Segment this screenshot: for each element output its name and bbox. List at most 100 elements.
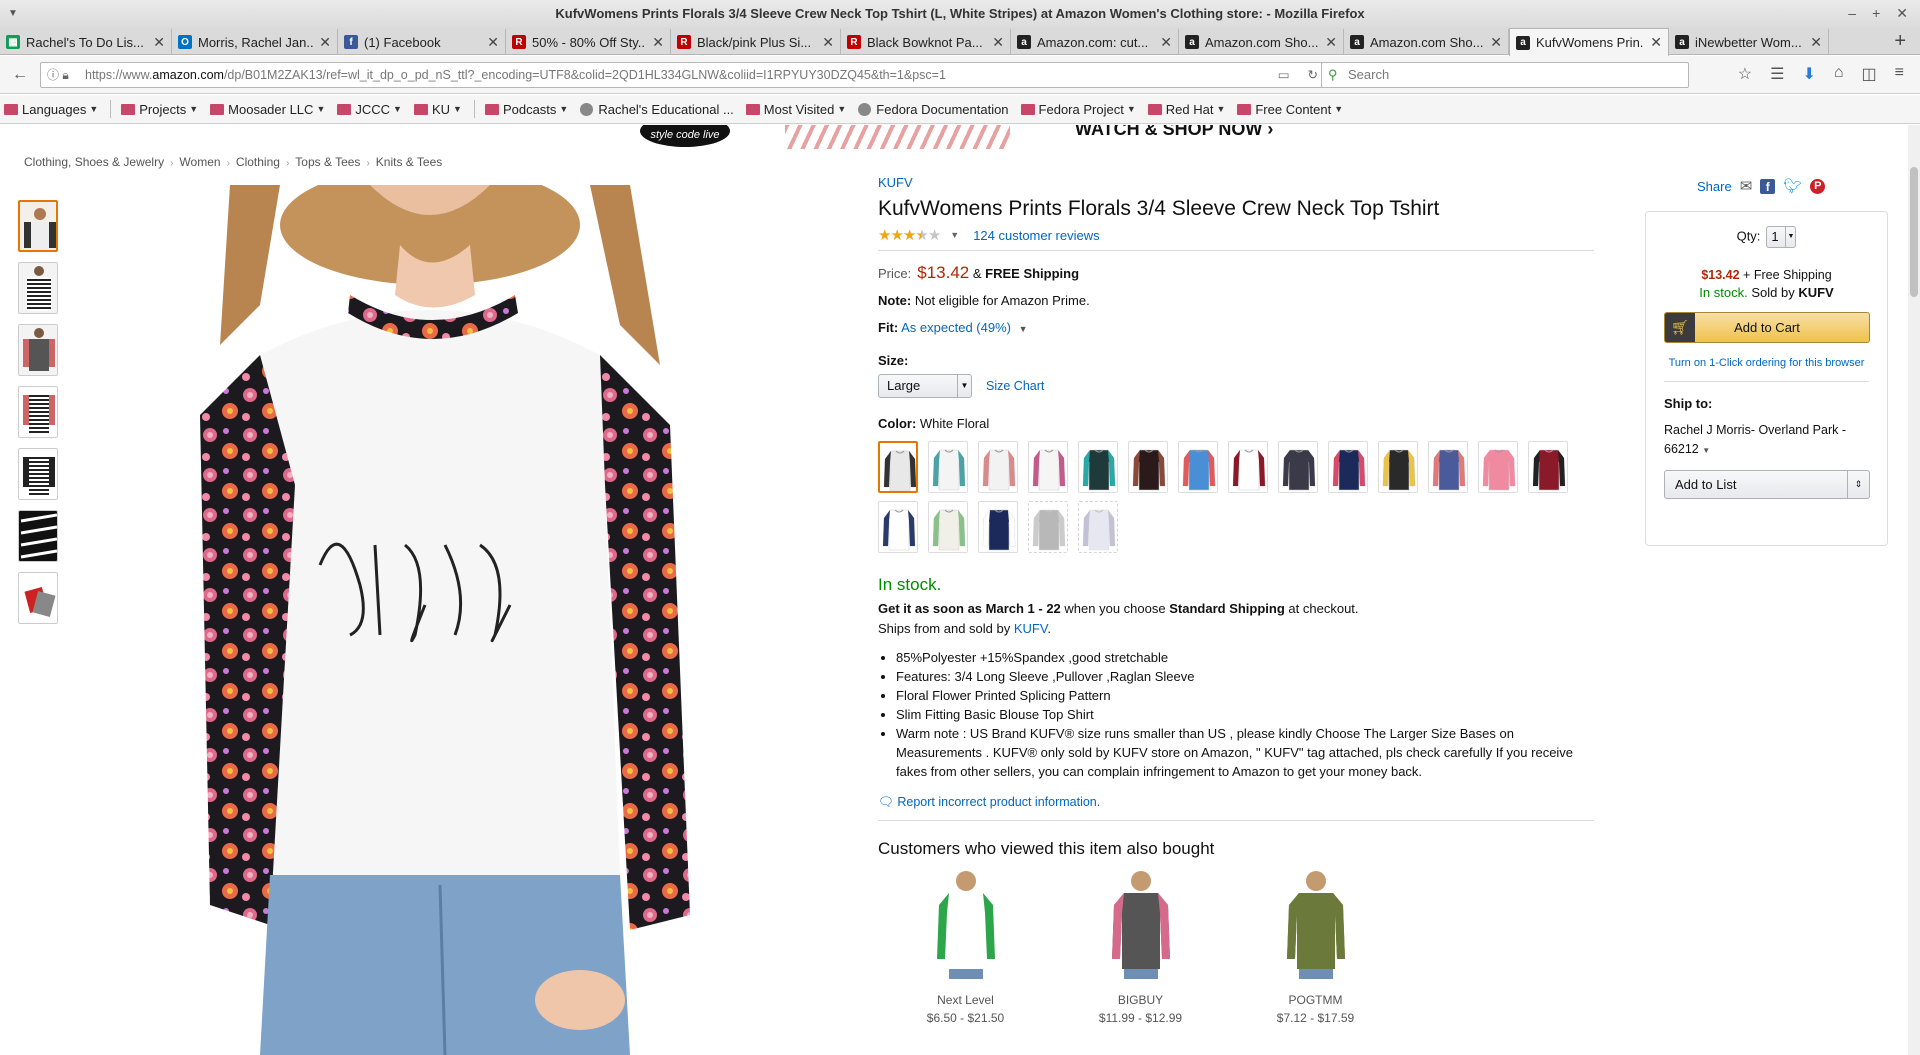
thumbnail[interactable] (18, 386, 58, 438)
breadcrumb-link[interactable]: Knits & Tees (376, 155, 442, 169)
color-swatch[interactable] (928, 501, 968, 553)
tab-close-icon[interactable]: ✕ (1325, 34, 1337, 51)
color-swatch[interactable] (878, 501, 918, 553)
bookmark-folder[interactable]: Red Hat ▼ (1147, 102, 1225, 117)
bookmark-folder[interactable]: Projects ▼ (121, 102, 198, 117)
related-product-image[interactable] (1281, 869, 1351, 979)
color-swatch[interactable] (1528, 441, 1568, 493)
email-icon[interactable]: ✉ (1740, 177, 1753, 195)
tab-close-icon[interactable]: ✕ (822, 34, 834, 51)
color-swatch[interactable] (1328, 441, 1368, 493)
twitter-icon[interactable]: 🐦︎ (1783, 177, 1802, 195)
url-bar[interactable]: ⓘ 🔒︎ https://www.amazon.com/dp/B01M2ZAK1… (40, 62, 1325, 88)
facebook-icon[interactable]: f (1760, 178, 1776, 194)
one-click-link[interactable]: Turn on 1-Click ordering for this browse… (1664, 357, 1869, 382)
tab-8[interactable]: a Amazon.com Sho... ✕ (1179, 29, 1344, 55)
thumbnail[interactable] (18, 262, 58, 314)
search-input[interactable]: ⚲ Search (1321, 62, 1689, 88)
thumbnail[interactable] (18, 200, 58, 252)
color-swatch[interactable] (1478, 441, 1518, 493)
tab-2[interactable]: O Morris, Rachel Jan... ✕ (172, 29, 338, 55)
related-product[interactable]: Next Level $6.50 - $21.50 (918, 869, 1013, 1025)
tab-6[interactable]: R Black Bowknot Pa... ✕ (841, 29, 1011, 55)
breadcrumb-link[interactable]: Clothing (236, 155, 280, 169)
color-swatch[interactable] (1128, 441, 1168, 493)
tab-close-icon[interactable]: ✕ (1650, 34, 1662, 51)
bookmark-folder[interactable]: Fedora Project ▼ (1020, 102, 1136, 117)
report-link[interactable]: Report incorrect product information. (897, 795, 1100, 809)
fit-chevron-down-icon[interactable]: ▼ (1019, 324, 1028, 334)
tab-9[interactable]: a Amazon.com Sho... ✕ (1344, 29, 1509, 55)
color-swatch[interactable] (1278, 441, 1318, 493)
tab-1[interactable]: ▦ Rachel's To Do Lis... ✕ (0, 29, 172, 55)
color-swatch[interactable] (1228, 441, 1268, 493)
tab-5[interactable]: R Black/pink Plus Si... ✕ (671, 29, 841, 55)
promo-banner[interactable]: style code live WATCH & SHOP NOW › (640, 125, 1280, 149)
color-swatch[interactable] (1378, 441, 1418, 493)
tab-10[interactable]: a KufvWomens Prin... ✕ (1509, 28, 1669, 56)
color-swatch[interactable] (978, 501, 1018, 553)
tab-3[interactable]: f (1) Facebook ✕ (338, 29, 506, 55)
thumbnail[interactable] (18, 324, 58, 376)
thumbnail[interactable] (18, 448, 58, 500)
related-product[interactable]: BIGBUY $11.99 - $12.99 (1093, 869, 1188, 1025)
pinterest-icon[interactable]: P (1810, 178, 1826, 194)
bookmark-folder[interactable]: KU ▼ (413, 102, 462, 117)
size-select[interactable]: Large ▼ (878, 374, 972, 398)
tab-close-icon[interactable]: ✕ (487, 34, 499, 51)
app-menu-icon[interactable]: ≡ (1895, 64, 1904, 84)
add-to-list-button[interactable]: Add to List ⇕ (1664, 470, 1870, 499)
brand-link[interactable]: KUFV (878, 175, 1594, 190)
bookmark-folder[interactable]: Moosader LLC ▼ (210, 102, 325, 117)
address-chevron-down-icon[interactable]: ▼ (1702, 446, 1710, 455)
color-swatch[interactable] (1078, 501, 1118, 553)
tab-7[interactable]: a Amazon.com: cut... ✕ (1011, 29, 1179, 55)
product-main-image[interactable] (200, 185, 700, 1055)
dropdown-arrow-icon[interactable]: ⇕ (1847, 471, 1869, 498)
add-to-cart-button[interactable]: 🛒︎ Add to Cart (1664, 312, 1870, 343)
thumbnail[interactable] (18, 510, 58, 562)
bookmark-folder[interactable]: Most Visited ▼ (745, 102, 846, 117)
tab-close-icon[interactable]: ✕ (153, 34, 165, 51)
color-swatch[interactable] (1028, 441, 1068, 493)
reload-icon[interactable]: ↻ (1308, 63, 1318, 87)
share-link[interactable]: Share (1697, 179, 1732, 194)
info-icon[interactable]: ⓘ (47, 68, 59, 82)
color-swatch[interactable] (1078, 441, 1118, 493)
reviews-link[interactable]: 124 customer reviews (973, 228, 1099, 243)
new-tab-icon[interactable]: + (1894, 29, 1906, 53)
related-product-image[interactable] (1106, 869, 1176, 979)
free-shipping-link[interactable]: FREE Shipping (985, 266, 1079, 281)
related-product-image[interactable] (931, 869, 1001, 979)
back-icon[interactable]: ← (8, 63, 32, 87)
bookmark-star-icon[interactable]: ☆ (1738, 64, 1752, 84)
fit-link[interactable]: As expected (49%) (901, 320, 1011, 335)
ship-to-address[interactable]: Rachel J Morris- Overland Park - 66212 ▼ (1664, 421, 1869, 460)
tab-close-icon[interactable]: ✕ (319, 34, 331, 51)
size-chart-link[interactable]: Size Chart (986, 379, 1044, 393)
breadcrumb-link[interactable]: Clothing, Shoes & Jewelry (24, 155, 164, 169)
related-product[interactable]: POGTMM $7.12 - $17.59 (1268, 869, 1363, 1025)
window-menu-icon[interactable]: ▼ (8, 0, 18, 27)
rating-stars[interactable]: ★★★★★ (878, 226, 941, 244)
close-window-icon[interactable]: ✕ (1896, 0, 1908, 27)
tab-11[interactable]: a iNewbetter Wom... ✕ (1669, 29, 1829, 55)
bookmark-link[interactable]: Fedora Documentation (858, 102, 1009, 117)
bookmark-folder[interactable]: Podcasts ▼ (484, 102, 568, 117)
reader-view-icon[interactable]: ▭ (1278, 63, 1290, 87)
color-swatch[interactable] (878, 441, 918, 493)
tab-close-icon[interactable]: ✕ (1810, 34, 1822, 51)
bookmark-folder[interactable]: JCCC ▼ (337, 102, 402, 117)
rating-chevron-down-icon[interactable]: ▼ (950, 230, 959, 240)
pocket-icon[interactable]: ◫ (1862, 64, 1877, 84)
bookmarks-menu-icon[interactable]: ☰ (1770, 64, 1784, 84)
bookmark-folder[interactable]: Languages ▼ (4, 102, 98, 117)
page-scrollbar[interactable] (1908, 125, 1920, 1055)
scrollbar-thumb[interactable] (1910, 167, 1918, 297)
tab-4[interactable]: R 50% - 80% Off Sty... ✕ (506, 29, 671, 55)
thumbnail[interactable] (18, 572, 58, 624)
color-swatch[interactable] (928, 441, 968, 493)
bookmark-folder[interactable]: Free Content ▼ (1237, 102, 1343, 117)
quantity-select[interactable]: 1 ▼ (1766, 226, 1797, 248)
buybox-seller[interactable]: KUFV (1798, 285, 1833, 300)
